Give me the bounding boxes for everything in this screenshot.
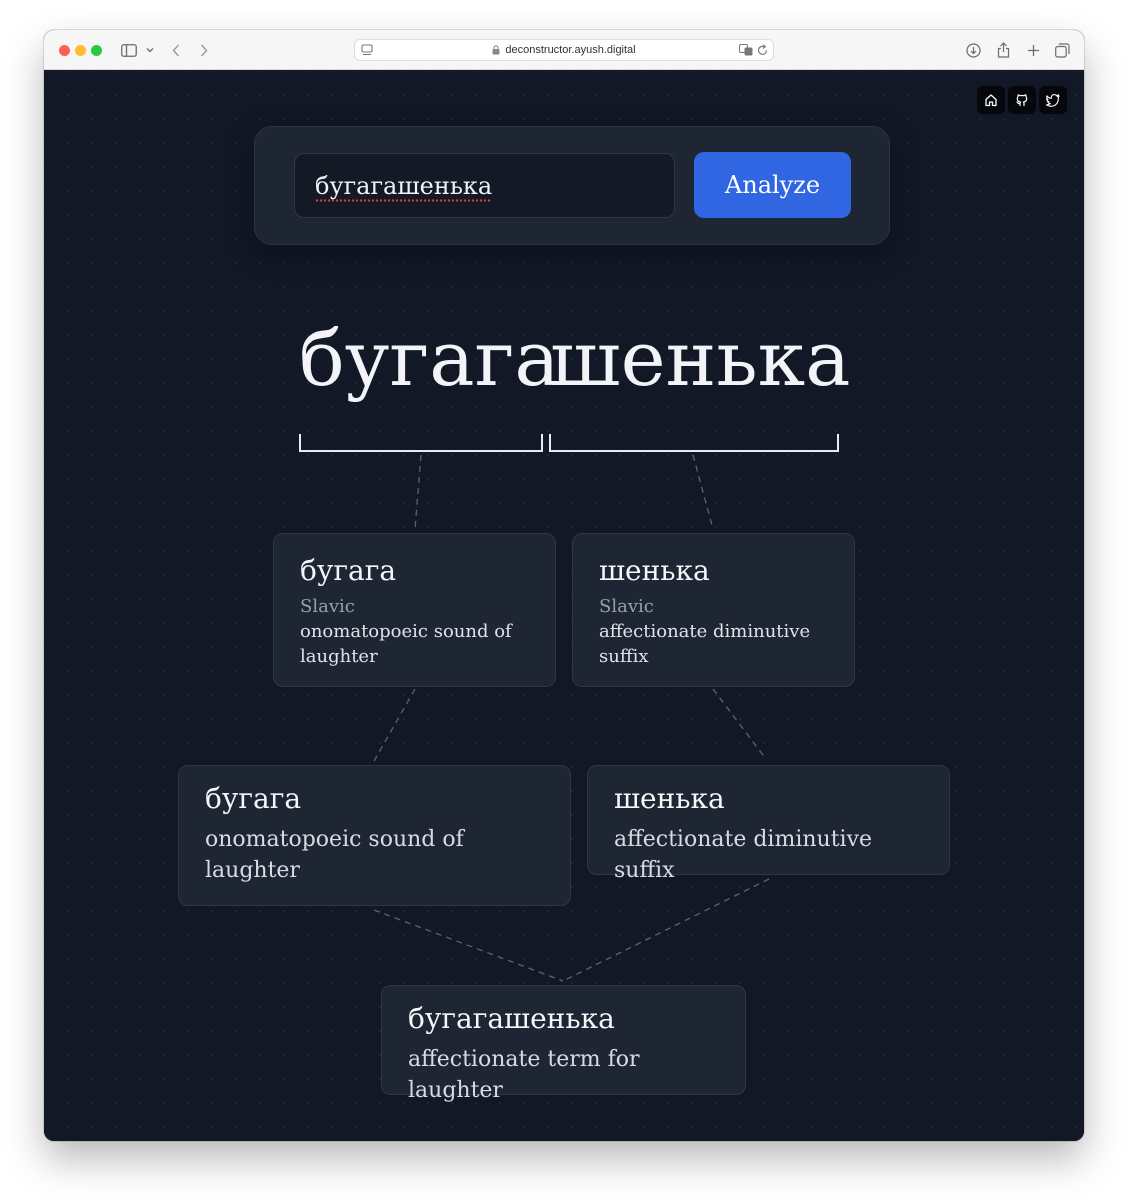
connector-part2-combo2 (712, 688, 767, 760)
lock-icon (492, 45, 500, 55)
back-icon[interactable] (169, 40, 183, 60)
part-card-title: шенька (599, 554, 710, 587)
forward-icon[interactable] (197, 40, 211, 60)
chevron-down-icon[interactable] (144, 40, 156, 60)
sidebar-icon[interactable] (120, 40, 138, 60)
combination-card-2: шенька affectionate diminutive suffix (587, 765, 950, 883)
part-card-origin: Slavic (300, 596, 355, 617)
final-word-title: бугагашенька (408, 1002, 615, 1035)
combination-card-title: бугага (205, 782, 302, 815)
part-card-title: бугага (300, 554, 397, 587)
connector-lines (373, 454, 770, 982)
combination-card-meaning: onomatopoeic sound of laughter (205, 827, 464, 883)
part-card-meaning: onomatopoeic sound of laughter (300, 621, 512, 667)
zoom-window-button[interactable] (91, 45, 102, 56)
browser-toolbar: deconstructor.ayush.digital (44, 30, 1084, 70)
browser-window: deconstructor.ayush.digital бугагашенька… (44, 30, 1084, 1141)
translate-icon[interactable] (739, 44, 753, 59)
close-window-button[interactable] (59, 45, 70, 56)
url-text: deconstructor.ayush.digital (505, 44, 636, 56)
share-icon[interactable] (994, 40, 1012, 60)
page-content: Analyze бугага шенька бугага Slavic onom… (44, 71, 1084, 1141)
connector-part1-combo1 (373, 688, 416, 762)
final-word-meaning: affectionate term for laughter (408, 1047, 640, 1103)
final-word-card: бугагашенька affectionate term for laugh… (381, 985, 746, 1103)
combination-card-1: бугага onomatopoeic sound of laughter (178, 765, 571, 906)
connector-combo1-final (373, 909, 564, 982)
part-card-2: шенька Slavic affectionate diminutive su… (572, 533, 855, 687)
part-card-origin: Slavic (599, 596, 654, 617)
minimize-window-button[interactable] (75, 45, 86, 56)
connector-bracket1-part1 (414, 454, 422, 530)
new-tab-icon[interactable] (1024, 40, 1042, 60)
combination-card-title: шенька (614, 782, 725, 815)
part-card-1: бугага Slavic onomatopoeic sound of laug… (273, 533, 556, 687)
tab-overview-icon[interactable] (1053, 40, 1071, 60)
download-icon[interactable] (964, 40, 982, 60)
address-bar[interactable]: deconstructor.ayush.digital (354, 39, 774, 61)
page-menu-icon[interactable] (361, 44, 373, 59)
part-card-meaning: affectionate diminutive suffix (599, 621, 811, 667)
combination-card-meaning: affectionate diminutive suffix (614, 827, 873, 883)
connector-combo2-final (562, 878, 770, 982)
reload-icon[interactable] (757, 44, 768, 59)
connector-bracket2-part2 (692, 454, 714, 530)
